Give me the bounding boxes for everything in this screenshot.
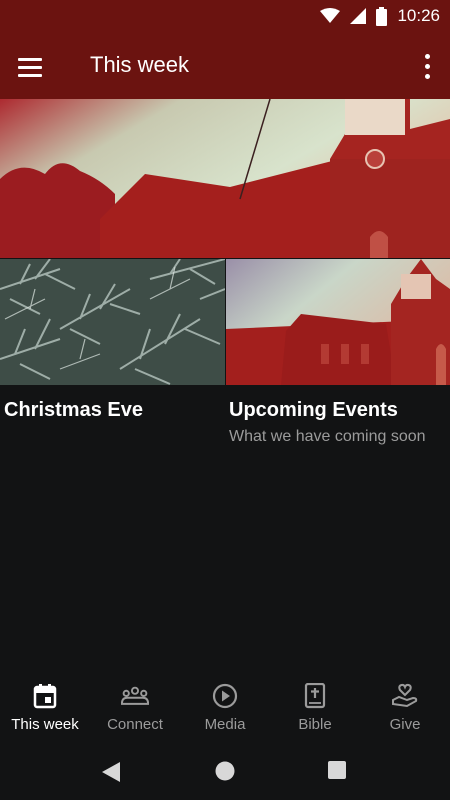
hero-image[interactable] xyxy=(0,99,450,258)
card-christmas-eve[interactable]: Christmas Eve xyxy=(0,259,225,449)
bible-icon xyxy=(301,682,329,710)
home-icon[interactable] xyxy=(214,760,236,782)
app-bar: This week xyxy=(0,33,450,99)
status-time: 10:26 xyxy=(397,6,440,25)
bottom-navigation: This week Connect Media Bible Give xyxy=(0,670,450,750)
status-icons: 10:26 xyxy=(320,6,440,26)
page-title: This week xyxy=(90,52,190,77)
nav-connect[interactable]: Connect xyxy=(90,670,180,750)
status-bar: 10:26 xyxy=(0,0,450,33)
back-icon[interactable] xyxy=(100,760,122,784)
nav-give[interactable]: Give xyxy=(360,670,450,750)
card-title: Christmas Eve xyxy=(4,399,143,421)
calendar-icon xyxy=(31,682,59,710)
card-upcoming-events[interactable]: Upcoming Events What we have coming soon xyxy=(226,259,450,449)
nav-label: Bible xyxy=(298,716,332,733)
wifi-icon xyxy=(320,8,341,23)
more-vertical-icon[interactable] xyxy=(420,51,434,81)
nav-label: Give xyxy=(389,716,421,733)
battery-icon xyxy=(376,6,388,26)
hamburger-menu-icon[interactable] xyxy=(18,53,52,81)
nav-label: This week xyxy=(11,716,79,733)
nav-media[interactable]: Media xyxy=(180,670,270,750)
card-title: Upcoming Events xyxy=(229,399,398,421)
people-group-icon xyxy=(121,682,149,710)
nav-this-week[interactable]: This week xyxy=(0,670,90,750)
heart-hand-icon xyxy=(391,682,419,710)
pine-branches-image xyxy=(0,259,225,385)
recents-icon[interactable] xyxy=(327,760,347,780)
nav-label: Connect xyxy=(107,716,163,733)
nav-label: Media xyxy=(204,716,246,733)
card-subtitle: What we have coming soon xyxy=(229,428,426,445)
church-steeple-image xyxy=(226,259,450,385)
play-circle-icon xyxy=(211,682,239,710)
cell-signal-icon xyxy=(350,8,367,24)
system-navigation-bar xyxy=(0,750,450,800)
nav-bible[interactable]: Bible xyxy=(270,670,360,750)
